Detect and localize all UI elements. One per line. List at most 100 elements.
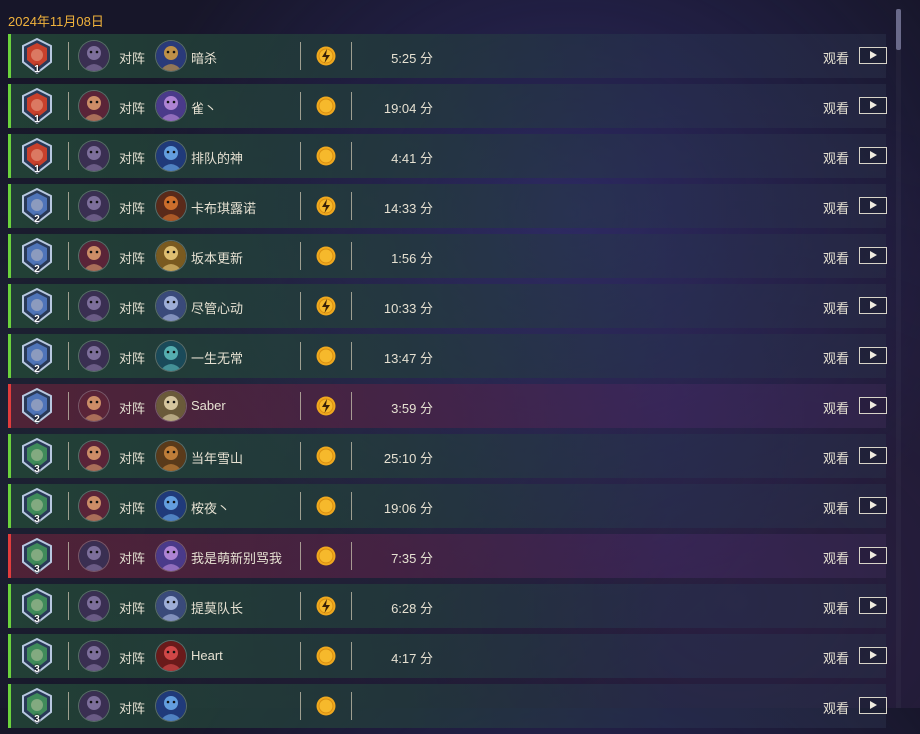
watch-link[interactable]: 观看 [823,448,849,467]
opponent-name: 卡布琪露诺 [191,201,257,216]
divider [68,142,69,170]
watch-link[interactable]: 观看 [823,348,849,367]
divider [300,692,301,720]
opponent-hero-avatar [156,641,186,671]
divider [300,42,301,70]
divider [300,292,301,320]
vs-label: 对阵 [119,251,146,266]
match-row[interactable]: 2 对阵 一生无常 13:47 分 观看 [8,334,887,378]
vs-label: 对阵 [119,201,146,216]
play-button[interactable] [859,347,887,364]
player-hero-avatar [79,141,109,171]
play-button[interactable] [859,697,887,714]
divider [68,192,69,220]
play-button[interactable] [859,447,887,464]
match-duration: 19:06 分 [383,501,433,516]
rank-number: 2 [34,264,40,275]
opponent-name: 当年雪山 [191,451,244,466]
play-button[interactable] [859,297,887,314]
opponent-hero-avatar [156,441,186,471]
rank-number: 1 [34,164,40,175]
rank-badge-icon: 1 [21,138,53,175]
rank-badge-icon: 3 [21,688,53,725]
watch-link[interactable]: 观看 [823,198,849,217]
rank-badge-icon: 3 [21,638,53,675]
watch-link[interactable]: 观看 [823,548,849,567]
play-button[interactable] [859,147,887,164]
divider [68,542,69,570]
vs-label: 对阵 [119,601,146,616]
match-row[interactable]: 3 对阵 当年雪山 25:10 分 观看 [8,434,887,478]
watch-link[interactable]: 观看 [823,648,849,667]
play-button[interactable] [859,197,887,214]
match-row[interactable]: 3 对阵 观看 [8,684,887,728]
play-button[interactable] [859,47,887,64]
match-row[interactable]: 3 对阵 Heart 4:17 分 观看 [8,634,887,678]
watch-link[interactable]: 观看 [823,398,849,417]
divider [300,142,301,170]
coin-first-icon [316,646,336,666]
opponent-name: 桉夜丶 [191,501,231,516]
rank-number: 1 [34,64,40,75]
player-hero-avatar [79,441,109,471]
vs-label: 对阵 [119,501,146,516]
watch-link[interactable]: 观看 [823,598,849,617]
opponent-hero-avatar [156,141,186,171]
match-duration: 25:10 分 [383,451,433,466]
player-hero-avatar [79,341,109,371]
divider [300,642,301,670]
coin-second-icon [316,296,336,316]
coin-first-icon [316,496,336,516]
divider [68,42,69,70]
rank-badge-icon: 1 [21,88,53,125]
watch-link[interactable]: 观看 [823,298,849,317]
match-row[interactable]: 1 对阵 排队的神 4:41 分 观看 [8,134,887,178]
scrollbar-track[interactable] [896,9,901,708]
divider [300,392,301,420]
match-row[interactable]: 2 对阵 尽管心动 10:33 分 观看 [8,284,887,328]
match-duration: 6:28 分 [391,601,433,616]
match-row[interactable]: 1 对阵 暗杀 5:25 分 观看 [8,34,887,78]
watch-link[interactable]: 观看 [823,148,849,167]
rank-number: 3 [34,714,40,725]
watch-link[interactable]: 观看 [823,98,849,117]
coin-first-icon [316,696,336,716]
match-row[interactable]: 3 对阵 我是萌新别骂我 7:35 分 观看 [8,534,887,578]
opponent-name: 我是萌新别骂我 [191,551,283,566]
divider [68,292,69,320]
match-row[interactable]: 2 对阵 卡布琪露诺 14:33 分 观看 [8,184,887,228]
rank-badge-icon: 3 [21,488,53,525]
play-button[interactable] [859,397,887,414]
rank-badge-icon: 1 [21,38,53,75]
opponent-hero-avatar [156,241,186,271]
match-row[interactable]: 3 对阵 桉夜丶 19:06 分 观看 [8,484,887,528]
opponent-hero-avatar [156,41,186,71]
scrollbar-thumb[interactable] [896,9,901,50]
watch-link[interactable]: 观看 [823,248,849,267]
rank-badge-icon: 2 [21,238,53,275]
play-button[interactable] [859,547,887,564]
play-button[interactable] [859,497,887,514]
rank-number: 1 [34,114,40,125]
player-hero-avatar [79,491,109,521]
rank-badge-icon: 3 [21,588,53,625]
match-row[interactable]: 1 对阵 雀丶 19:04 分 观看 [8,84,887,128]
watch-link[interactable]: 观看 [823,48,849,67]
match-row[interactable]: 3 对阵 提莫队长 6:28 分 观看 [8,584,887,628]
player-hero-avatar [79,241,109,271]
play-button[interactable] [859,247,887,264]
match-duration: 19:04 分 [383,101,433,116]
rank-number: 3 [34,514,40,525]
play-button[interactable] [859,97,887,114]
play-button[interactable] [859,647,887,664]
coin-first-icon [316,246,336,266]
coin-first-icon [316,546,336,566]
player-hero-avatar [79,591,109,621]
rank-badge-icon: 2 [21,388,53,425]
rank-number: 3 [34,664,40,675]
match-row[interactable]: 2 对阵 坂本更新 1:56 分 观看 [8,234,887,278]
watch-link[interactable]: 观看 [823,498,849,517]
play-button[interactable] [859,597,887,614]
match-row[interactable]: 2 对阵 Saber 3:59 分 观看 [8,384,887,428]
match-duration: 1:56 分 [391,251,433,266]
